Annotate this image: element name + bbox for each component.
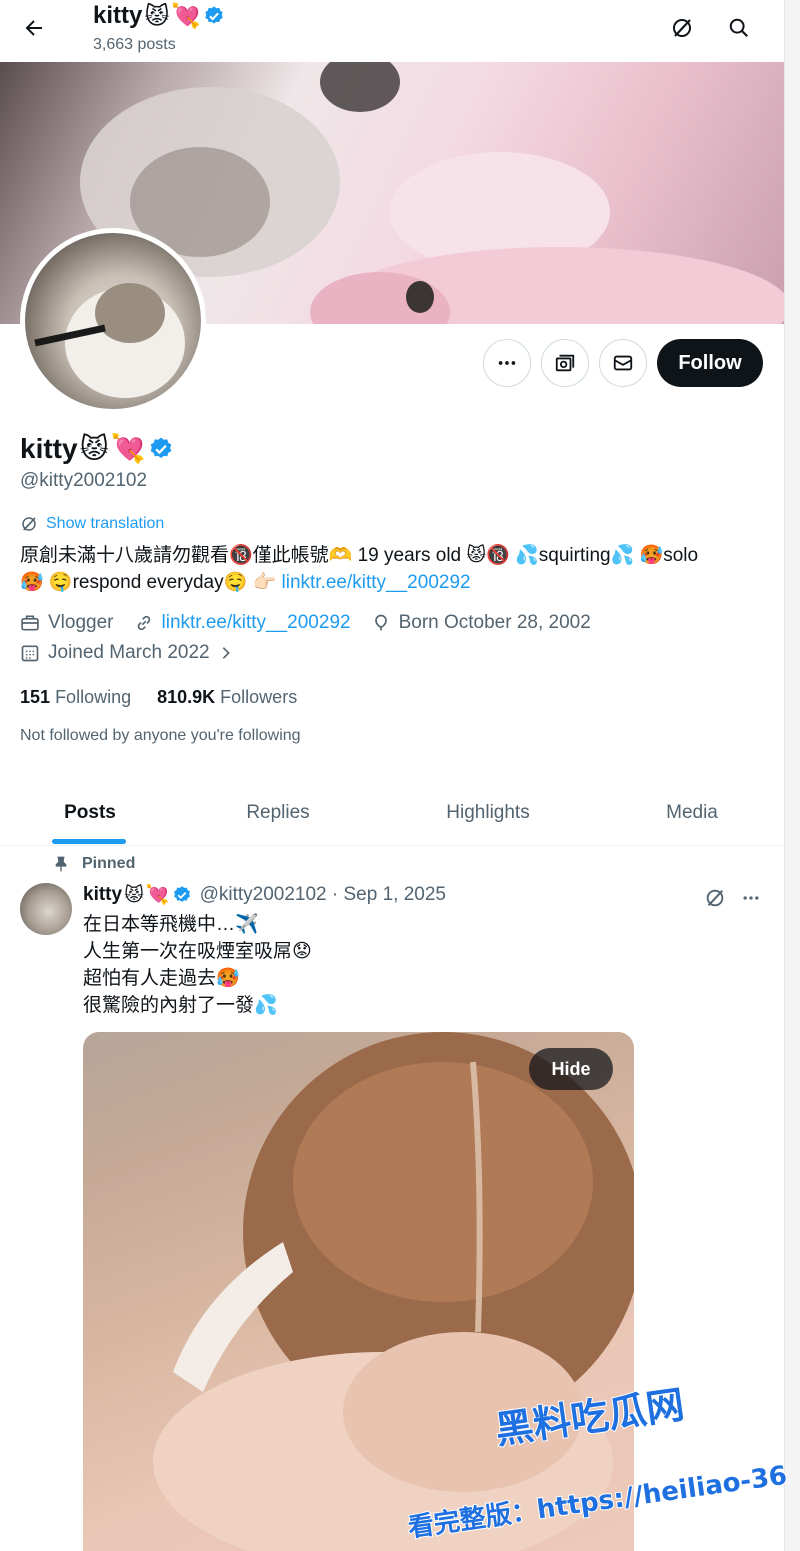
back-button[interactable] [14,10,54,46]
tweet-line: 超怕有人走過去🥵 [83,968,240,989]
calendar-icon [20,643,40,663]
cat-emoji-icon: 😾 [124,883,144,906]
back-arrow-icon [22,16,46,40]
tab-highlights[interactable]: Highlights [398,780,578,845]
show-translation-link[interactable]: Show translation [46,515,164,533]
bio-line-2: 🥵 🤤respond everyday🤤 👉🏻 linktr.ee/kitty_… [20,569,770,596]
tweet-line: 在日本等飛機中…✈️ [83,914,259,935]
tweet-avatar[interactable] [20,883,72,935]
followers-stat[interactable]: 810.9K Followers [157,687,297,708]
message-icon [612,352,634,374]
following-count: 151 [20,687,51,707]
website-link[interactable]: linktr.ee/kitty__200292 [162,612,351,634]
verified-icon [172,885,192,905]
profile-name: kitty [20,432,78,464]
tab-replies[interactable]: Replies [188,780,368,845]
watermark-line: 看完整版：https://heiliao-36.com [406,1450,790,1540]
grok-icon [670,16,694,40]
pinned-indicator: Pinned [54,855,135,873]
top-bar: kitty 😾 💘 3,663 posts [0,0,784,62]
tweet-text: 在日本等飛機中…✈️ 人生第一次在吸煙室吸屌😟 超怕有人走過去🥵 很驚險的內射了… [83,911,312,1019]
profile-meta-row: Vlogger linktr.ee/kitty__200292 Born Oct… [20,612,611,634]
mutual-followers-note: Not followed by anyone you're following [20,727,301,744]
heart-emoji-icon: 💘 [110,432,146,465]
birthday-item: Born October 28, 2002 [371,612,591,634]
scrollbar[interactable] [784,0,800,1551]
watermark: 黑料吃瓜网 看完整版：https://heiliao-36.com [400,1370,790,1540]
category-text: Vlogger [48,612,114,633]
following-stat[interactable]: 151 Following [20,687,131,708]
chevron-right-icon [218,645,234,661]
profile-bio: 原創未滿十八歲請勿觀看🔞僅此帳號🫶 19 years old 😾🔞 💦squir… [20,542,770,596]
subscribe-icon [554,352,576,374]
follow-stats: 151 Following 810.9K Followers [20,687,297,708]
link-icon [134,613,154,633]
tweet-handle-date[interactable]: @kitty2002102 · Sep 1, 2025 [200,884,446,906]
following-label: Following [55,687,132,707]
tab-label: Replies [246,801,310,823]
subscribe-button[interactable] [541,339,589,387]
bio-line-1: 原創未滿十八歲請勿觀看🔞僅此帳號🫶 19 years old 😾🔞 💦squir… [20,545,699,566]
more-icon [741,888,761,908]
joined-text: Joined March 2022 [48,642,210,663]
header-name: kitty [93,2,143,29]
posts-count: 3,663 posts [93,36,176,53]
tweet-author-name[interactable]: kitty [83,884,122,906]
followers-count: 810.9K [157,687,216,707]
heart-emoji-icon: 💘 [145,884,170,906]
birthday-text: Born October 28, 2002 [398,612,591,633]
avatar-image [34,283,185,398]
followers-label: Followers [220,687,298,707]
cat-emoji-icon: 😾 [144,2,170,30]
tweet-grok-button[interactable] [697,880,733,916]
header-title: kitty 😾 💘 [93,2,225,30]
grok-icon [20,515,38,533]
tab-label: Highlights [446,801,530,823]
grok-button[interactable] [662,8,702,48]
pinned-label: Pinned [82,855,136,872]
balloon-icon [371,613,391,633]
tab-posts[interactable]: Posts [0,780,180,845]
profile-name-row: kitty 😾 💘 [20,432,174,465]
show-translation-row[interactable]: Show translation [20,515,164,533]
follow-button[interactable]: Follow [657,339,763,387]
grok-icon [704,887,726,909]
bio-line-2-text: 🥵 🤤respond everyday🤤 👉🏻 [20,572,282,593]
joined-row[interactable]: Joined March 2022 [20,642,254,664]
tab-label: Posts [64,801,116,823]
search-button[interactable] [719,8,759,48]
message-button[interactable] [599,339,647,387]
verified-icon[interactable] [148,436,174,462]
verified-icon [203,5,225,27]
active-tab-indicator [52,839,126,844]
search-icon [728,17,750,39]
tweet-header: kitty 😾 💘 @kitty2002102 · Sep 1, 2025 [83,883,446,907]
heart-emoji-icon: 💘 [171,2,202,30]
pin-icon [54,856,68,872]
briefcase-icon [20,613,40,633]
profile-handle: @kitty2002102 [20,470,148,491]
tweet-line: 人生第一次在吸煙室吸屌😟 [83,941,312,962]
more-options-button[interactable] [483,339,531,387]
category-item: Vlogger [20,612,114,634]
tab-label: Media [666,801,718,823]
profile-tabs: Posts Replies Highlights Media [0,780,784,846]
tab-media[interactable]: Media [602,780,782,845]
bio-link[interactable]: linktr.ee/kitty__200292 [282,572,471,593]
more-icon [496,352,518,374]
watermark-title: 黑料吃瓜网 [493,1382,687,1452]
cat-emoji-icon: 😾 [79,432,109,465]
hide-media-button[interactable]: Hide [529,1048,613,1090]
website-item[interactable]: linktr.ee/kitty__200292 [134,612,351,634]
tweet-more-button[interactable] [733,880,769,916]
joined-item[interactable]: Joined March 2022 [20,642,234,664]
profile-avatar[interactable] [20,228,206,414]
tweet-line: 很驚險的內射了一發💦 [83,995,278,1016]
